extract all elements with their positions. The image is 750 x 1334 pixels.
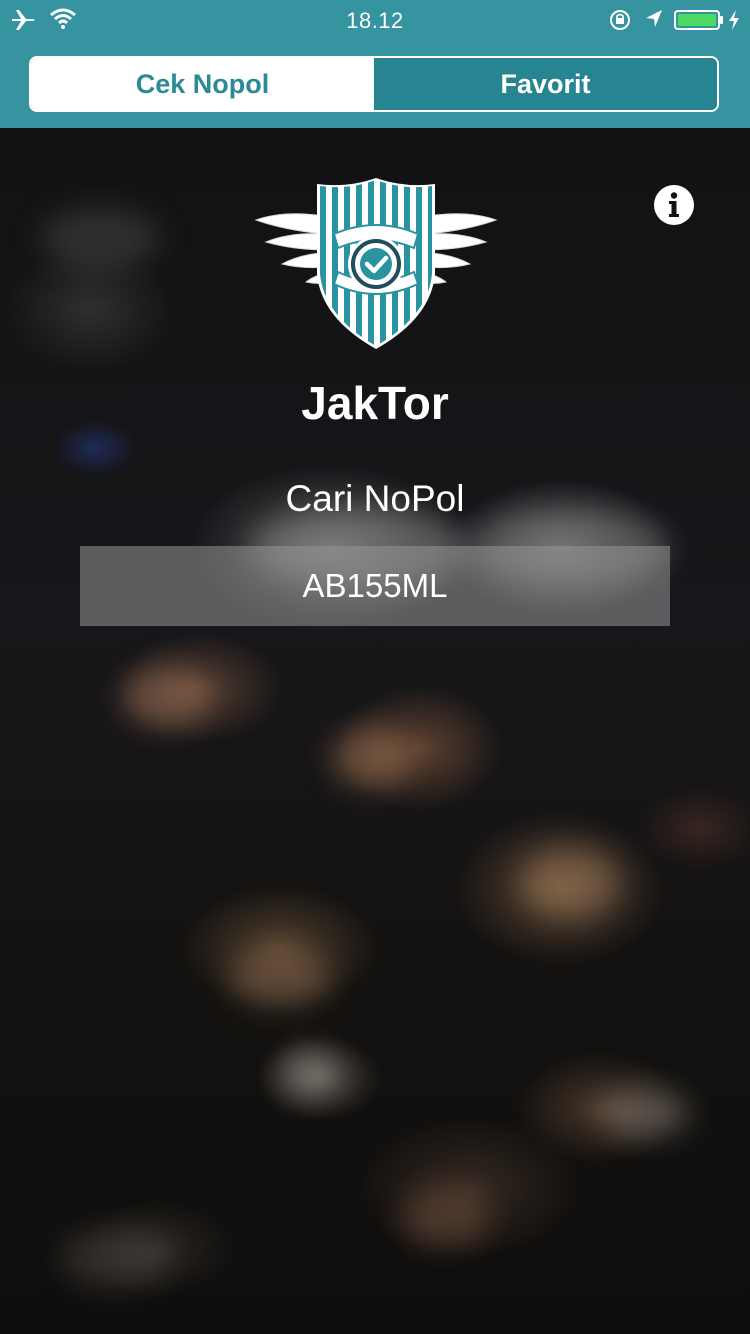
tab-cek-nopol[interactable]: Cek Nopol bbox=[31, 58, 374, 110]
status-bar: 18.12 bbox=[0, 0, 750, 40]
info-button[interactable] bbox=[654, 185, 694, 225]
rotation-lock-icon bbox=[608, 8, 632, 37]
app-header: 18.12 Cek Nopol Favorit bbox=[0, 0, 750, 128]
info-icon bbox=[669, 192, 679, 217]
winged-shield-logo bbox=[254, 178, 498, 349]
segmented-control: Cek Nopol Favorit bbox=[29, 56, 719, 112]
tab-favorit[interactable]: Favorit bbox=[374, 58, 717, 110]
screen: 18.12 Cek Nopol Favorit JakTor Cari NoPo… bbox=[0, 0, 750, 1334]
charging-icon bbox=[728, 9, 740, 36]
location-icon bbox=[644, 8, 664, 35]
status-time: 18.12 bbox=[346, 8, 404, 33]
search-label: Cari NoPol bbox=[285, 478, 465, 519]
battery-icon bbox=[674, 10, 724, 35]
plate-number-input[interactable] bbox=[80, 546, 670, 626]
app-title: JakTor bbox=[301, 377, 449, 429]
